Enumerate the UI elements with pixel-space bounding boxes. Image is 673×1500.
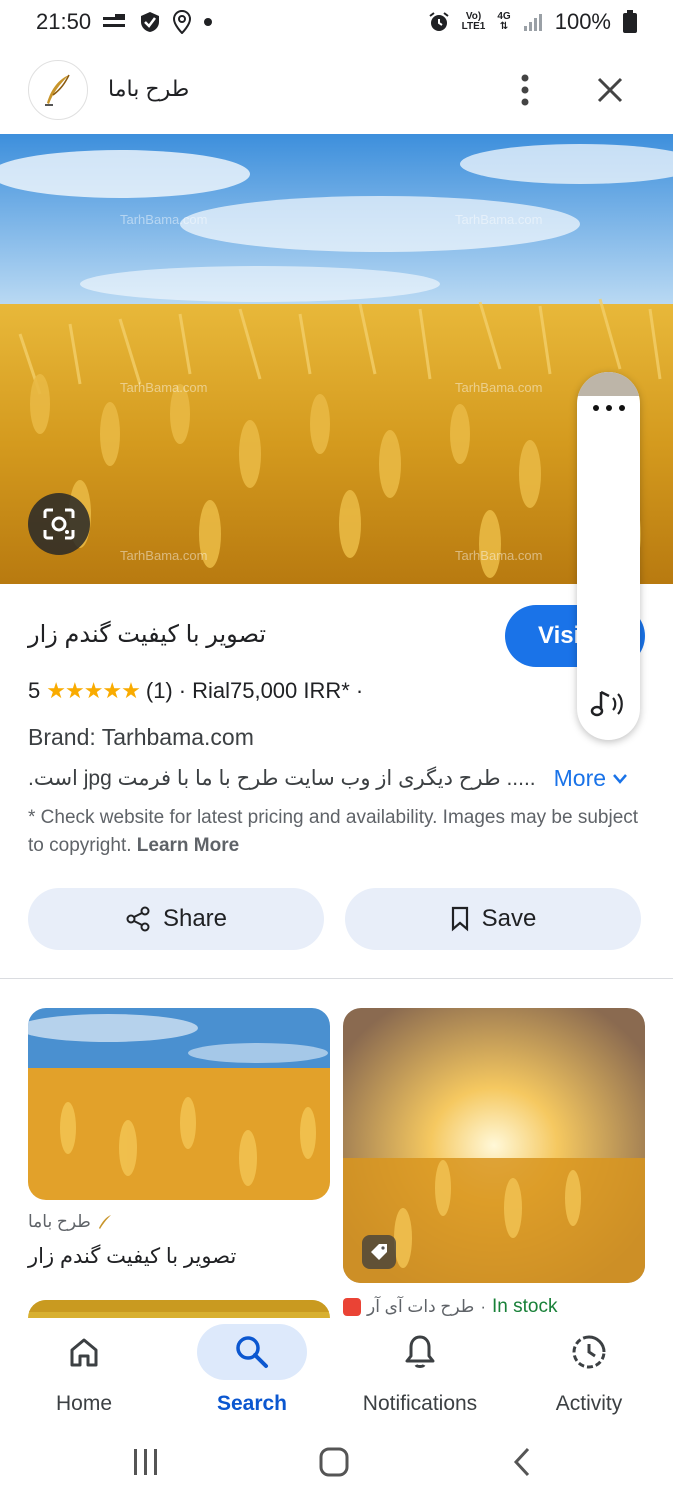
- home-button-icon[interactable]: [304, 1442, 364, 1482]
- more-label: More: [553, 765, 607, 791]
- more-link[interactable]: More: [554, 765, 628, 792]
- site-name: طرح باما: [108, 76, 190, 101]
- result-source: طرح باما: [28, 1212, 113, 1232]
- media-icon: [103, 13, 127, 31]
- more-options-icon[interactable]: [508, 70, 542, 110]
- rating-value: 5: [28, 678, 41, 703]
- volte-indicator: Vo) LTE1: [462, 12, 486, 32]
- notification-dot-icon: [203, 17, 213, 27]
- battery-icon: [623, 10, 637, 34]
- nav-icon-wrap: [365, 1324, 475, 1380]
- nav-activity[interactable]: Activity: [505, 1318, 673, 1428]
- watermark-text: TarhBama.com: [455, 380, 542, 395]
- nav-home[interactable]: Home: [0, 1318, 168, 1428]
- nav-label: Notifications: [362, 1392, 478, 1415]
- home-icon: [70, 1338, 98, 1367]
- volte-bottom: LTE1: [461, 21, 486, 32]
- price: Rial75,000 IRR*: [192, 678, 350, 703]
- hero-image[interactable]: TarhBama.com TarhBama.com TarhBama.com T…: [0, 134, 673, 584]
- separator: ·: [178, 678, 187, 703]
- status-left: 21:50: [36, 9, 213, 35]
- product-title: تصویر با کیفیت گندم زار: [28, 621, 267, 648]
- save-button[interactable]: Save: [345, 888, 641, 950]
- nav-icon-wrap: [197, 1324, 307, 1380]
- watermark-text: TarhBama.com: [120, 548, 207, 563]
- result-source: طرح دات آی آر · In stock: [343, 1296, 557, 1318]
- rating-row: 5 ★★★★★ (1) · Rial75,000 IRR* ·: [28, 678, 363, 704]
- watermark-text: TarhBama.com: [120, 212, 207, 227]
- description-row: ..... طرح دیگری از وب سایت طرح با ما با …: [28, 765, 648, 792]
- bookmark-icon: [451, 906, 468, 932]
- share-icon: [126, 906, 150, 932]
- nav-icon-wrap: [29, 1324, 139, 1380]
- recents-icon[interactable]: [116, 1442, 176, 1482]
- result-source-name: طرح باما: [28, 1212, 91, 1231]
- status-bar: 21:50 Vo) LTE1 4G ⇅ 100%: [0, 0, 673, 44]
- rating-count: (1): [145, 678, 173, 703]
- quill-logo-icon: [98, 1215, 111, 1229]
- alarm-icon: [428, 11, 450, 33]
- signal-icon: [523, 12, 543, 32]
- data-arrows-icon: ⇅: [499, 21, 509, 32]
- lens-button[interactable]: [28, 493, 90, 555]
- search-icon: [236, 1336, 268, 1368]
- bell-icon: [405, 1335, 435, 1368]
- disclaimer-text: * Check website for latest pricing and a…: [28, 807, 639, 856]
- result-image[interactable]: [28, 1008, 330, 1200]
- nav-label: Home: [55, 1392, 113, 1415]
- location-icon: [173, 10, 192, 34]
- nav-notifications[interactable]: Notifications: [336, 1318, 504, 1428]
- activity-icon: [572, 1335, 606, 1369]
- site-badge-icon: [343, 1298, 361, 1316]
- top-bar: طرح باما: [0, 58, 673, 122]
- battery-percent: 100%: [554, 9, 611, 34]
- nav-label: Activity: [555, 1392, 623, 1415]
- save-label: Save: [481, 905, 537, 932]
- data-indicator: 4G ⇅: [497, 12, 510, 32]
- site-logo[interactable]: [28, 60, 88, 120]
- result-source-name: طرح دات آی آر: [367, 1297, 475, 1316]
- disclaimer: * Check website for latest pricing and a…: [28, 804, 648, 860]
- description: ..... طرح دیگری از وب سایت طرح با ما با …: [28, 767, 536, 790]
- result-title[interactable]: تصویر با کیفیت گندم زار: [28, 1244, 236, 1269]
- learn-more-link[interactable]: Learn More: [137, 835, 239, 856]
- system-nav: [0, 1428, 673, 1500]
- price-tag-icon: [362, 1235, 396, 1269]
- divider: [0, 978, 673, 979]
- nav-label: Search: [216, 1392, 288, 1415]
- music-audio-icon[interactable]: [587, 682, 631, 726]
- back-icon[interactable]: [492, 1442, 552, 1482]
- watermark-text: TarhBama.com: [455, 548, 542, 563]
- close-icon[interactable]: [590, 70, 630, 110]
- chevron-down-icon: [613, 773, 627, 784]
- separator: ·: [355, 678, 364, 703]
- stock-status: In stock: [491, 1296, 558, 1317]
- lens-icon: [43, 508, 75, 540]
- separator: ·: [480, 1297, 486, 1316]
- share-button[interactable]: Share: [28, 888, 324, 950]
- watermark-text: TarhBama.com: [120, 380, 207, 395]
- brand: Brand: Tarhbama.com: [28, 724, 254, 750]
- nav-icon-wrap: [534, 1324, 644, 1380]
- watermark-text: TarhBama.com: [455, 212, 542, 227]
- share-label: Share: [162, 905, 228, 932]
- bottom-nav: Home Search Notifications Activity: [0, 1318, 673, 1428]
- nav-search[interactable]: Search: [168, 1318, 336, 1428]
- clock: 21:50: [36, 9, 92, 34]
- quill-logo-icon: [45, 74, 70, 106]
- star-rating: ★★★★★: [46, 678, 141, 703]
- status-right: Vo) LTE1 4G ⇅ 100%: [428, 9, 637, 35]
- panel-more-icon[interactable]: [577, 400, 640, 412]
- shield-check-icon: [139, 11, 161, 33]
- floating-audio-panel[interactable]: [577, 372, 640, 740]
